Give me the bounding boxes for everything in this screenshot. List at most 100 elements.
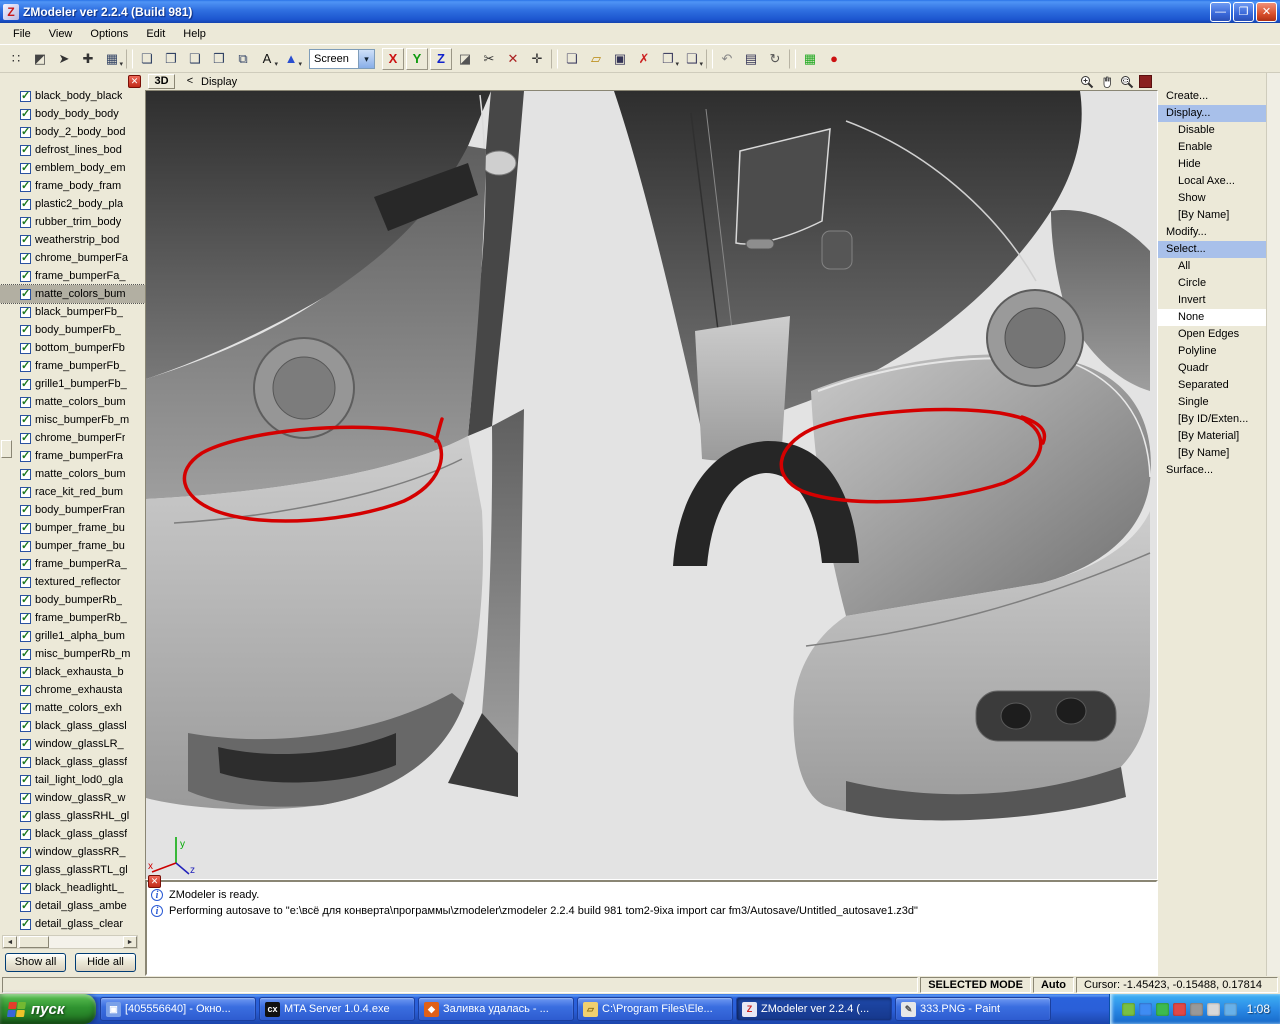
command-item[interactable]: Show — [1158, 190, 1266, 207]
viewport-maximize-toggle[interactable] — [1139, 75, 1152, 88]
layer-item[interactable]: frame_bumperRa_ — [0, 555, 145, 573]
delete-selection-icon[interactable]: ✕ — [502, 48, 524, 70]
layer-checkbox[interactable] — [20, 667, 31, 678]
layer-checkbox[interactable] — [20, 487, 31, 498]
layer-item[interactable]: defrost_lines_bod — [0, 141, 145, 159]
maximize-button[interactable]: ❐ — [1233, 2, 1254, 22]
color-picker-icon[interactable]: ▲ — [280, 48, 302, 70]
import-menu-icon[interactable]: ❐ — [657, 48, 679, 70]
layer-item[interactable]: body_bumperFb_ — [0, 321, 145, 339]
taskbar-clock[interactable]: 1:08 — [1247, 1002, 1270, 1016]
layer-checkbox[interactable] — [20, 361, 31, 372]
close-button[interactable]: ✕ — [1256, 2, 1277, 22]
layer-item[interactable]: black_body_black — [0, 87, 145, 105]
layer-item[interactable]: bumper_frame_bu — [0, 519, 145, 537]
messenger-icon[interactable] — [1139, 1003, 1152, 1016]
pan-hand-icon[interactable] — [1099, 74, 1115, 89]
layer-item[interactable]: black_glass_glassf — [0, 825, 145, 843]
layer-checkbox[interactable] — [20, 883, 31, 894]
uv-eraser-icon[interactable]: ◪ — [454, 48, 476, 70]
layer-checkbox[interactable] — [20, 325, 31, 336]
menu-item[interactable]: Help — [174, 25, 215, 43]
save-file-icon[interactable]: ▣ — [609, 48, 631, 70]
layer-item[interactable]: window_glassR_w — [0, 789, 145, 807]
render-icon[interactable]: ● — [823, 48, 845, 70]
layer-checkbox[interactable] — [20, 181, 31, 192]
layer-checkbox[interactable] — [20, 451, 31, 462]
layer-item[interactable]: window_glassLR_ — [0, 735, 145, 753]
open-file-icon[interactable]: ▱ — [585, 48, 607, 70]
layer-item[interactable]: frame_bumperFb_ — [0, 357, 145, 375]
layer-checkbox[interactable] — [20, 343, 31, 354]
undo-icon[interactable]: ↶ — [716, 48, 738, 70]
layer-item[interactable]: misc_bumperFb_m — [0, 411, 145, 429]
command-item[interactable]: Disable — [1158, 122, 1266, 139]
layer-checkbox[interactable] — [20, 145, 31, 156]
taskbar-task-button[interactable]: ◆ Заливка удалась - ... — [418, 997, 574, 1021]
graphics-icon[interactable] — [1190, 1003, 1203, 1016]
command-item[interactable]: Modify... — [1158, 224, 1266, 241]
scrollbar-thumb[interactable] — [19, 936, 49, 948]
view-duplicate-icon[interactable]: ❒ — [208, 48, 230, 70]
command-item[interactable]: None — [1158, 309, 1266, 326]
layer-checkbox[interactable] — [20, 505, 31, 516]
scroll-right-icon[interactable]: ► — [123, 936, 137, 948]
layer-item[interactable]: emblem_body_em — [0, 159, 145, 177]
layer-checkbox[interactable] — [20, 253, 31, 264]
layer-item[interactable]: glass_glassRTL_gl — [0, 861, 145, 879]
layer-item[interactable]: black_exhausta_b — [0, 663, 145, 681]
layer-checkbox[interactable] — [20, 847, 31, 858]
show-all-button[interactable]: Show all — [5, 953, 66, 972]
command-item[interactable]: Surface... — [1158, 462, 1266, 479]
layer-item[interactable]: bumper_frame_bu — [0, 537, 145, 555]
plugins-icon[interactable]: ▦ — [799, 48, 821, 70]
cut-tool-icon[interactable]: ✂ — [478, 48, 500, 70]
layer-checkbox[interactable] — [20, 901, 31, 912]
layer-checkbox[interactable] — [20, 613, 31, 624]
layer-item[interactable]: window_glassRR_ — [0, 843, 145, 861]
zoom-region-icon[interactable] — [1119, 74, 1135, 89]
cursor-select-icon[interactable]: ➤ — [53, 48, 75, 70]
taskbar-task-button[interactable]: ▣ [405556640] - Окно... — [100, 997, 256, 1021]
layer-checkbox[interactable] — [20, 919, 31, 930]
layers-horizontal-scrollbar[interactable]: ◄ ► — [2, 935, 138, 949]
command-item[interactable]: Quadr — [1158, 360, 1266, 377]
taskbar-task-button[interactable]: Z ZModeler ver 2.2.4 (... — [736, 997, 892, 1021]
layer-checkbox[interactable] — [20, 595, 31, 606]
layer-item[interactable]: textured_reflector — [0, 573, 145, 591]
layer-item[interactable]: chrome_exhausta — [0, 681, 145, 699]
layer-checkbox[interactable] — [20, 559, 31, 570]
command-item[interactable]: Select... — [1158, 241, 1266, 258]
layer-item[interactable]: black_bumperFb_ — [0, 303, 145, 321]
layer-checkbox[interactable] — [20, 289, 31, 300]
snap-options-icon[interactable]: ▦ — [101, 48, 123, 70]
layer-checkbox[interactable] — [20, 433, 31, 444]
taskbar-task-button[interactable]: ▱ C:\Program Files\Ele... — [577, 997, 733, 1021]
scrollbar-thumb[interactable] — [1, 440, 12, 458]
scroll-left-icon[interactable]: ◄ — [3, 936, 17, 948]
view-mode-button[interactable]: 3D — [148, 74, 175, 89]
layer-item[interactable]: frame_bumperRb_ — [0, 609, 145, 627]
layer-checkbox[interactable] — [20, 757, 31, 768]
layer-checkbox[interactable] — [20, 685, 31, 696]
commands-scrollbar[interactable] — [1266, 73, 1280, 976]
network-icon[interactable] — [1224, 1003, 1237, 1016]
layer-item[interactable]: tail_light_lod0_gla — [0, 771, 145, 789]
layer-item[interactable]: body_2_body_bod — [0, 123, 145, 141]
layer-item[interactable]: matte_colors_bum — [0, 465, 145, 483]
toolbar-icon[interactable] — [126, 49, 133, 69]
command-item[interactable]: Enable — [1158, 139, 1266, 156]
view-array-icon[interactable]: ⧉ — [232, 48, 254, 70]
view-paste-icon[interactable]: ❐ — [160, 48, 182, 70]
export-menu-icon[interactable]: ❑ — [681, 48, 703, 70]
axis-button[interactable]: Y — [406, 48, 428, 70]
start-button[interactable]: пуск — [0, 994, 96, 1024]
close-log-icon[interactable]: ✕ — [148, 875, 161, 888]
layer-item[interactable]: body_bumperRb_ — [0, 591, 145, 609]
menu-item[interactable]: View — [40, 25, 82, 43]
layer-checkbox[interactable] — [20, 739, 31, 750]
layer-checkbox[interactable] — [20, 415, 31, 426]
antivirus-icon[interactable] — [1173, 1003, 1186, 1016]
view-copy-icon[interactable]: ❏ — [136, 48, 158, 70]
command-item[interactable]: Hide — [1158, 156, 1266, 173]
